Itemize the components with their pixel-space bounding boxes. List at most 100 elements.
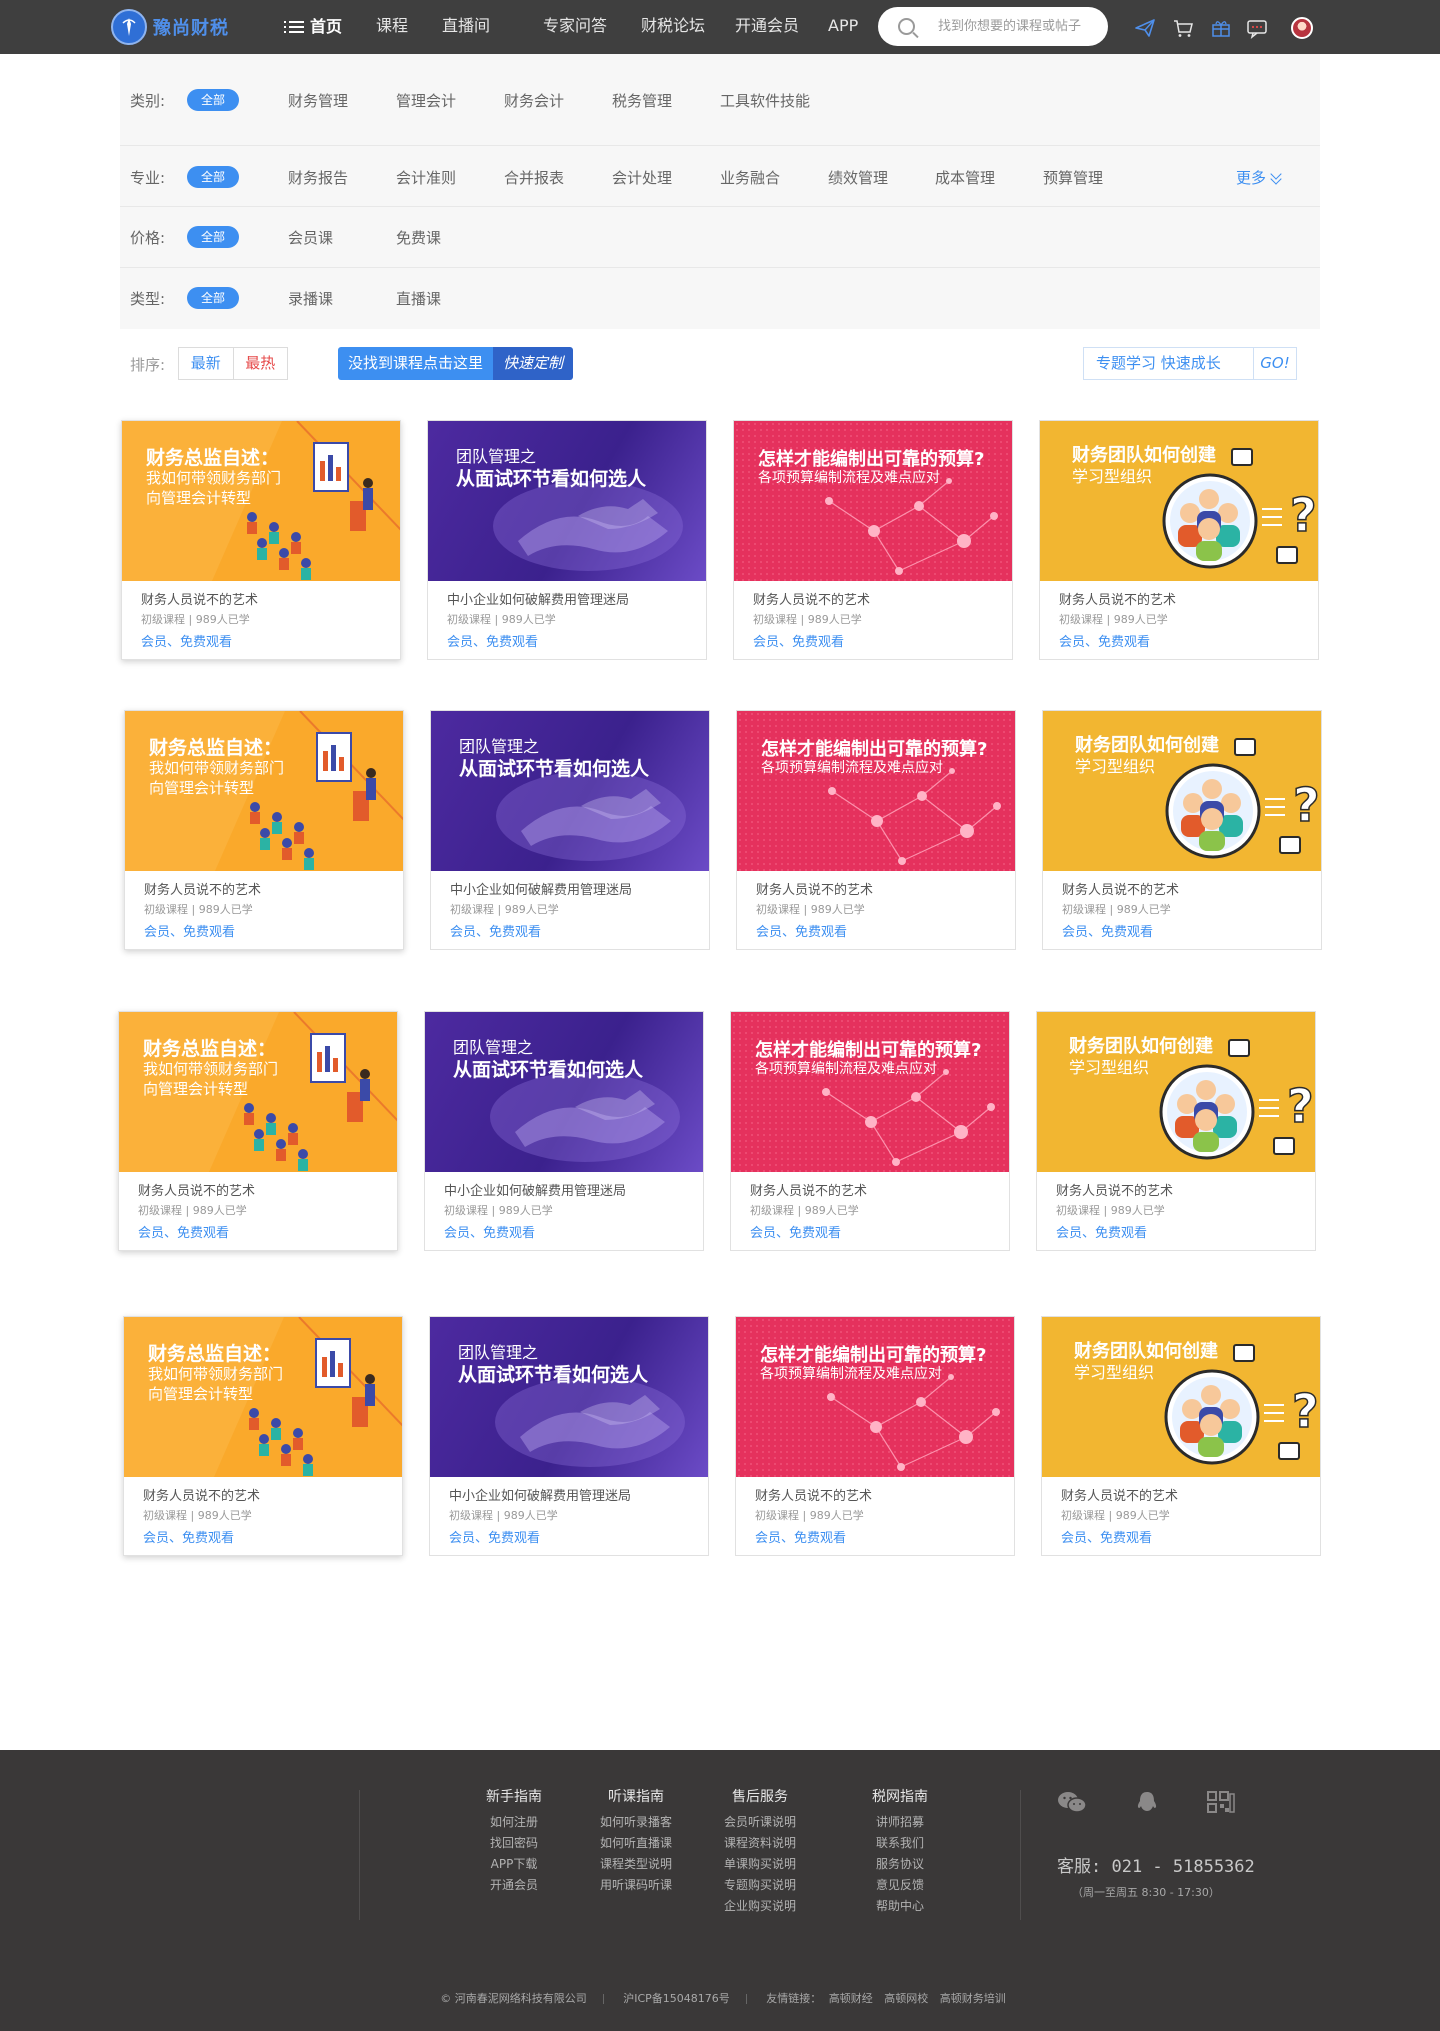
filter-all-pill[interactable]: 全部 xyxy=(187,166,239,188)
filter-option[interactable]: 业务融合 xyxy=(720,167,780,188)
course-title[interactable]: 财务人员说不的艺术 xyxy=(755,1485,872,1504)
footer-link[interactable]: 会员听课说明 xyxy=(712,1812,808,1833)
course-card[interactable]: 团队管理之 从面试环节看如何选人 中小企业如何破解费用管理迷局 初级课程 | 989人… xyxy=(430,710,710,950)
footer-link[interactable]: 课程资料说明 xyxy=(712,1833,808,1854)
course-cover-image[interactable]: 怎样才能编制出可靠的预算? 各项预算编制流程及难点应对 xyxy=(737,711,1015,871)
course-cover-image[interactable]: 团队管理之 从面试环节看如何选人 xyxy=(425,1012,703,1172)
footer-link[interactable]: 专题购买说明 xyxy=(712,1875,808,1896)
footer-link[interactable]: 如何注册 xyxy=(472,1812,556,1833)
filter-option[interactable]: 会计准则 xyxy=(396,167,456,188)
nav-app[interactable]: APP xyxy=(828,0,858,54)
nav-courses[interactable]: 课程 xyxy=(376,0,408,54)
course-access-link[interactable]: 会员、免费观看 xyxy=(1056,1222,1147,1241)
course-access-link[interactable]: 会员、免费观看 xyxy=(447,631,538,650)
nav-expert-qa[interactable]: 专家问答 xyxy=(543,0,607,54)
course-cover-image[interactable]: 财务总监自述： 我如何带领财务部门 向管理会计转型 xyxy=(125,711,403,871)
friend-link[interactable]: 高顿网校 xyxy=(884,1992,928,2005)
filter-option[interactable]: 免费课 xyxy=(396,227,441,248)
footer-link[interactable]: 讲师招募 xyxy=(856,1812,944,1833)
course-card[interactable]: ? 财务团队如何创建 学习型组织 财务人员说不的艺术 初级课程 | 989人已学 会员、免… xyxy=(1039,420,1319,660)
course-card[interactable]: 财务总监自述： 我如何带领财务部门 向管理会计转型 财务人员说不的艺术 初级课程 | 9… xyxy=(118,1011,398,1251)
course-card[interactable]: ? 财务团队如何创建 学习型组织 财务人员说不的艺术 初级课程 | 989人已学 会员、免… xyxy=(1041,1316,1321,1556)
course-title[interactable]: 财务人员说不的艺术 xyxy=(1061,1485,1178,1504)
course-cover-image[interactable]: ? 财务团队如何创建 学习型组织 xyxy=(1040,421,1318,581)
course-access-link[interactable]: 会员、免费观看 xyxy=(450,921,541,940)
course-access-link[interactable]: 会员、免费观看 xyxy=(138,1222,229,1241)
footer-link[interactable]: 开通会员 xyxy=(472,1875,556,1896)
footer-link[interactable]: 企业购买说明 xyxy=(712,1896,808,1917)
course-title[interactable]: 财务人员说不的艺术 xyxy=(756,879,873,898)
footer-link[interactable]: 课程类型说明 xyxy=(588,1854,684,1875)
course-access-link[interactable]: 会员、免费观看 xyxy=(141,631,232,650)
message-icon[interactable] xyxy=(1246,17,1268,39)
course-access-link[interactable]: 会员、免费观看 xyxy=(1061,1527,1152,1546)
course-card[interactable]: ? 财务团队如何创建 学习型组织 财务人员说不的艺术 初级课程 | 989人已学 会员、免… xyxy=(1042,710,1322,950)
course-title[interactable]: 财务人员说不的艺术 xyxy=(143,1485,260,1504)
sort-newest-button[interactable]: 最新 xyxy=(179,348,234,379)
search-input[interactable] xyxy=(938,15,1096,38)
footer-link[interactable]: 单课购买说明 xyxy=(712,1854,808,1875)
filter-option[interactable]: 直播课 xyxy=(396,288,441,309)
course-title[interactable]: 中小企业如何破解费用管理迷局 xyxy=(450,879,632,898)
filter-option[interactable]: 预算管理 xyxy=(1043,167,1103,188)
course-card[interactable]: 团队管理之 从面试环节看如何选人 中小企业如何破解费用管理迷局 初级课程 | 989人… xyxy=(429,1316,709,1556)
nav-membership[interactable]: 开通会员 xyxy=(735,0,799,54)
topic-study-box[interactable]: 专题学习 快速成长 GO! xyxy=(1083,347,1297,380)
filter-all-pill[interactable]: 全部 xyxy=(187,89,239,111)
filter-option[interactable]: 绩效管理 xyxy=(828,167,888,188)
course-card[interactable]: 财务总监自述： 我如何带领财务部门 向管理会计转型 财务人员说不的艺术 初级课程 | 9… xyxy=(123,1316,403,1556)
qq-icon[interactable] xyxy=(1132,1790,1162,1814)
footer-link[interactable]: 联系我们 xyxy=(856,1833,944,1854)
sort-hottest-button[interactable]: 最热 xyxy=(234,348,288,379)
course-access-link[interactable]: 会员、免费观看 xyxy=(756,921,847,940)
footer-link[interactable]: 找回密码 xyxy=(472,1833,556,1854)
cart-icon[interactable] xyxy=(1172,17,1194,39)
course-title[interactable]: 中小企业如何破解费用管理迷局 xyxy=(449,1485,631,1504)
brand-logo[interactable]: 豫尚财税 xyxy=(111,5,229,49)
course-access-link[interactable]: 会员、免费观看 xyxy=(143,1527,234,1546)
footer-link[interactable]: 意见反馈 xyxy=(856,1875,944,1896)
filter-all-pill[interactable]: 全部 xyxy=(187,226,239,248)
course-title[interactable]: 财务人员说不的艺术 xyxy=(141,589,258,608)
course-card[interactable]: 团队管理之 从面试环节看如何选人 中小企业如何破解费用管理迷局 初级课程 | 989人… xyxy=(427,420,707,660)
footer-link[interactable]: 如何听直播课 xyxy=(588,1833,684,1854)
friend-link[interactable]: 高顿财务培训 xyxy=(940,1992,1006,2005)
course-card[interactable]: ? 财务团队如何创建 学习型组织 财务人员说不的艺术 初级课程 | 989人已学 会员、免… xyxy=(1036,1011,1316,1251)
filter-option[interactable]: 录播课 xyxy=(288,288,333,309)
course-access-link[interactable]: 会员、免费观看 xyxy=(750,1222,841,1241)
course-cover-image[interactable]: ? 财务团队如何创建 学习型组织 xyxy=(1043,711,1321,871)
filter-option[interactable]: 财务管理 xyxy=(288,90,348,111)
course-title[interactable]: 财务人员说不的艺术 xyxy=(138,1180,255,1199)
footer-link[interactable]: 服务协议 xyxy=(856,1854,944,1875)
course-cover-image[interactable]: 财务总监自述： 我如何带领财务部门 向管理会计转型 xyxy=(119,1012,397,1172)
search-icon[interactable] xyxy=(898,18,915,35)
filter-option[interactable]: 财务会计 xyxy=(504,90,564,111)
course-card[interactable]: 怎样才能编制出可靠的预算? 各项预算编制流程及难点应对 财务人员说不的艺术 初级课程 … xyxy=(735,1316,1015,1556)
course-access-link[interactable]: 会员、免费观看 xyxy=(1059,631,1150,650)
filter-option[interactable]: 成本管理 xyxy=(935,167,995,188)
filter-option[interactable]: 合并报表 xyxy=(504,167,564,188)
course-card[interactable]: 团队管理之 从面试环节看如何选人 中小企业如何破解费用管理迷局 初级课程 | 989人… xyxy=(424,1011,704,1251)
course-access-link[interactable]: 会员、免费观看 xyxy=(755,1527,846,1546)
more-filters-link[interactable]: 更多 xyxy=(1236,167,1282,188)
filter-option[interactable]: 会员课 xyxy=(288,227,333,248)
course-cover-image[interactable]: 财务总监自述： 我如何带领财务部门 向管理会计转型 xyxy=(122,421,400,581)
footer-link[interactable]: 帮助中心 xyxy=(856,1896,944,1917)
filter-all-pill[interactable]: 全部 xyxy=(187,287,239,309)
course-cover-image[interactable]: 团队管理之 从面试环节看如何选人 xyxy=(428,421,706,581)
course-cover-image[interactable]: 财务总监自述： 我如何带领财务部门 向管理会计转型 xyxy=(124,1317,402,1477)
nav-home[interactable]: 首页 xyxy=(284,0,342,54)
filter-option[interactable]: 财务报告 xyxy=(288,167,348,188)
course-cover-image[interactable]: ? 财务团队如何创建 学习型组织 xyxy=(1042,1317,1320,1477)
course-access-link[interactable]: 会员、免费观看 xyxy=(753,631,844,650)
course-access-link[interactable]: 会员、免费观看 xyxy=(1062,921,1153,940)
course-card[interactable]: 怎样才能编制出可靠的预算? 各项预算编制流程及难点应对 财务人员说不的艺术 初级课程 … xyxy=(730,1011,1010,1251)
course-cover-image[interactable]: 怎样才能编制出可靠的预算? 各项预算编制流程及难点应对 xyxy=(736,1317,1014,1477)
topic-go-button[interactable]: GO! xyxy=(1254,348,1296,379)
course-card[interactable]: 财务总监自述： 我如何带领财务部门 向管理会计转型 财务人员说不的艺术 初级课程 | 9… xyxy=(124,710,404,950)
filter-option[interactable]: 工具软件技能 xyxy=(720,90,810,111)
course-title[interactable]: 财务人员说不的艺术 xyxy=(753,589,870,608)
filter-option[interactable]: 税务管理 xyxy=(612,90,672,111)
course-title[interactable]: 财务人员说不的艺术 xyxy=(1062,879,1179,898)
course-access-link[interactable]: 会员、免费观看 xyxy=(444,1222,535,1241)
